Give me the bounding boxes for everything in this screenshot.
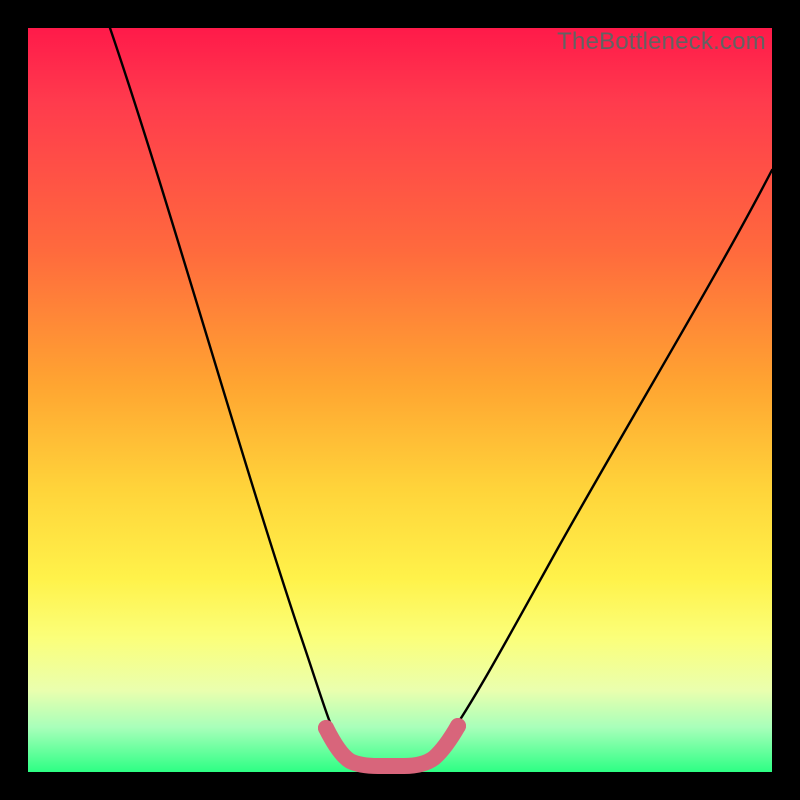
- curve-path: [110, 28, 772, 764]
- plot-area: TheBottleneck.com: [28, 28, 772, 772]
- valley-highlight-path: [326, 726, 458, 766]
- valley-end-dot-left: [318, 720, 334, 736]
- chart-frame: TheBottleneck.com: [0, 0, 800, 800]
- bottleneck-curve: [28, 28, 772, 772]
- valley-end-dot-right: [450, 718, 466, 734]
